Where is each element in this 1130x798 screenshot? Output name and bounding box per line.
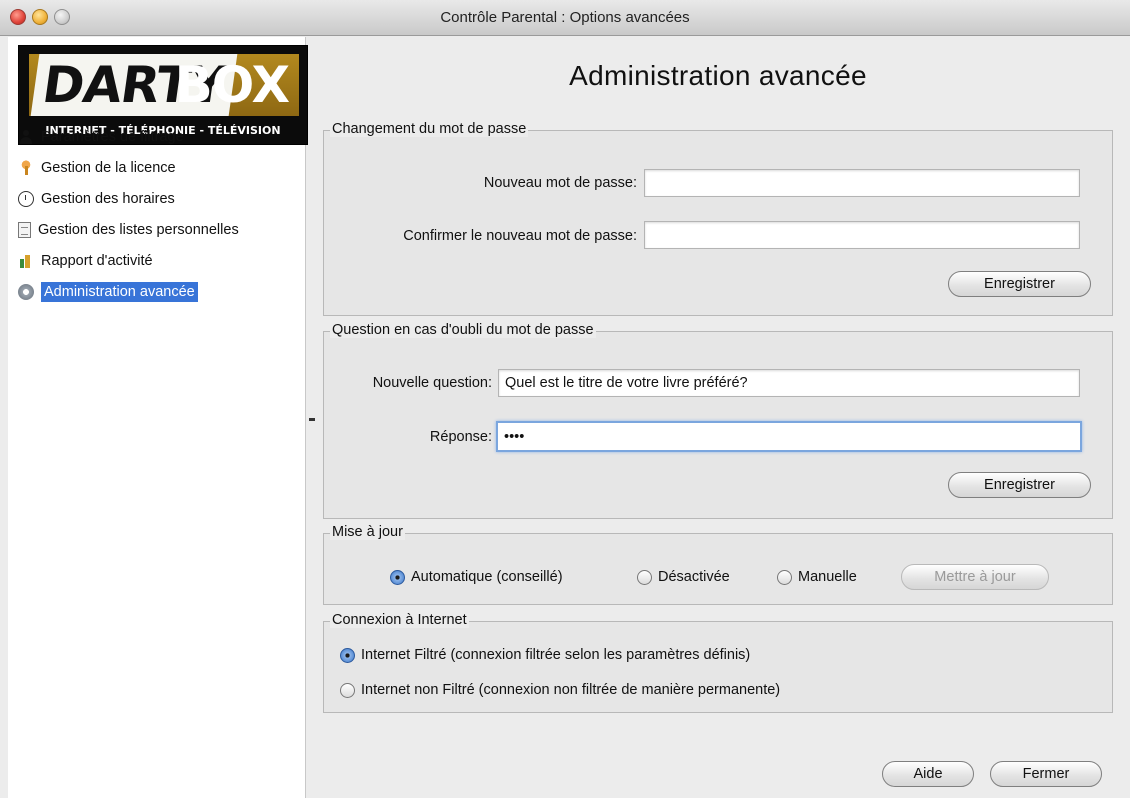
group-legend: Changement du mot de passe: [330, 121, 529, 137]
split-pane-divider[interactable]: [309, 418, 315, 421]
update-manual-option[interactable]: Manuelle: [777, 569, 857, 585]
document-icon: [18, 221, 31, 238]
internet-connection-group: Connexion à Internet Internet Filtré (co…: [323, 612, 1113, 713]
password-change-group: Changement du mot de passe Nouveau mot d…: [323, 121, 1113, 316]
app-window: Contrôle Parental : Options avancées DAR…: [0, 0, 1130, 798]
update-disabled-option[interactable]: Désactivée: [637, 569, 730, 585]
radio-button[interactable]: [390, 569, 405, 585]
sidebar-nav: Paramètres de filtrage Gestion de la lic…: [18, 121, 308, 307]
radio-label: Manuelle: [798, 569, 857, 585]
radio-button[interactable]: [777, 569, 792, 585]
update-now-button[interactable]: Mettre à jour: [901, 564, 1049, 590]
sidebar-item-label: Gestion des listes personnelles: [38, 221, 239, 238]
chart-icon: [18, 253, 34, 269]
group-legend: Question en cas d'oubli du mot de passe: [330, 322, 596, 338]
security-question-group: Question en cas d'oubli du mot de passe …: [323, 322, 1113, 519]
new-password-field[interactable]: [644, 169, 1080, 197]
save-password-button[interactable]: Enregistrer: [948, 271, 1091, 297]
new-question-label: Nouvelle question:: [372, 375, 492, 391]
radio-button[interactable]: [340, 647, 355, 663]
title-bar: Contrôle Parental : Options avancées: [0, 0, 1130, 36]
gear-icon: [18, 283, 34, 300]
new-question-field[interactable]: [498, 369, 1080, 397]
radio-label: Désactivée: [658, 569, 730, 585]
save-question-button[interactable]: Enregistrer: [948, 472, 1091, 498]
radio-button[interactable]: [340, 682, 355, 698]
sidebar-item-administration-avancee[interactable]: Administration avancée: [18, 276, 308, 307]
help-button[interactable]: Aide: [882, 761, 974, 787]
sidebar-item-listes-personnelles[interactable]: Gestion des listes personnelles: [18, 214, 308, 245]
radio-label: Internet Filtré (connexion filtrée selon…: [361, 647, 751, 663]
filtered-internet-option[interactable]: Internet Filtré (connexion filtrée selon…: [340, 647, 750, 663]
radio-label: Internet non Filtré (connexion non filtr…: [361, 682, 781, 698]
new-password-label: Nouveau mot de passe:: [483, 175, 637, 191]
sidebar-item-parametres-filtrage[interactable]: Paramètres de filtrage: [18, 121, 308, 152]
unfiltered-internet-option[interactable]: Internet non Filtré (connexion non filtr…: [340, 682, 780, 698]
close-button[interactable]: Fermer: [990, 761, 1102, 787]
group-legend: Mise à jour: [330, 524, 405, 540]
clock-icon: [18, 190, 34, 207]
logo-banner: DARTY BOX: [29, 54, 299, 116]
radio-button[interactable]: [637, 569, 652, 585]
page-title: Administration avancée: [569, 60, 867, 91]
confirm-password-field[interactable]: [644, 221, 1080, 249]
group-legend: Connexion à Internet: [330, 612, 469, 628]
sidebar-item-label: Gestion des horaires: [41, 190, 175, 207]
update-automatic-option[interactable]: Automatique (conseillé): [390, 569, 563, 585]
answer-field[interactable]: [496, 421, 1082, 452]
user-icon: [18, 129, 34, 145]
sidebar-item-label: Administration avancée: [41, 281, 198, 302]
logo-brand-right: BOX: [174, 56, 290, 114]
sidebar-item-rapport-activite[interactable]: Rapport d'activité: [18, 245, 308, 276]
sidebar-item-label: Paramètres de filtrage: [41, 128, 184, 145]
update-group: Mise à jour Automatique (conseillé) Désa…: [323, 524, 1113, 605]
radio-label: Automatique (conseillé): [411, 569, 563, 585]
sidebar-item-gestion-licence[interactable]: Gestion de la licence: [18, 152, 308, 183]
sidebar-item-gestion-horaires[interactable]: Gestion des horaires: [18, 183, 308, 214]
answer-label: Réponse:: [429, 429, 492, 445]
confirm-password-label: Confirmer le nouveau mot de passe:: [403, 228, 637, 244]
sidebar-item-label: Rapport d'activité: [41, 252, 153, 269]
key-icon: [18, 159, 34, 176]
sidebar-item-label: Gestion de la licence: [41, 159, 176, 176]
window-title: Contrôle Parental : Options avancées: [440, 9, 690, 26]
